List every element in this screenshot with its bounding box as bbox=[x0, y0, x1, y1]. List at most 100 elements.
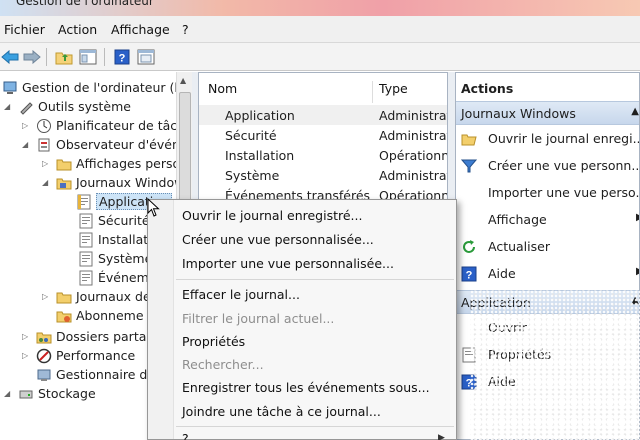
title-bar: Gestion de l'ordinateur bbox=[0, 0, 640, 16]
log-name: Système bbox=[225, 168, 280, 183]
tree-item-system-tools[interactable]: ◢ Outils système bbox=[4, 97, 131, 116]
tree-item-computer-management[interactable]: Gestion de l'ordinateur (loca bbox=[2, 78, 191, 97]
tree-item-shared-folders[interactable]: ▷ Dossiers partag bbox=[22, 327, 154, 346]
context-attach-task[interactable]: Joindre une tâche à ce journal... bbox=[182, 404, 381, 419]
action-import-custom-view[interactable]: Importer une vue perso... bbox=[456, 181, 640, 205]
up-folder-icon[interactable] bbox=[54, 47, 74, 67]
log-name: Application bbox=[225, 108, 295, 123]
tree-item-label: Journaux Window bbox=[76, 175, 185, 190]
column-header-name[interactable]: Nom bbox=[208, 81, 237, 103]
context-create-custom-view[interactable]: Créer une vue personnalisée... bbox=[182, 232, 374, 247]
toolbar: ? bbox=[0, 43, 640, 71]
expand-icon[interactable]: ▷ bbox=[42, 292, 52, 301]
tree-item-event-viewer[interactable]: ◢ Observateur d'événe bbox=[22, 135, 188, 154]
collapse-icon[interactable]: ◢ bbox=[4, 389, 14, 398]
action-open-saved-log[interactable]: Ouvrir le journal enregi... bbox=[456, 127, 640, 151]
action-label: Actualiser bbox=[488, 239, 550, 254]
svg-text:?: ? bbox=[466, 378, 473, 390]
action-help[interactable]: ? Aide ▶ bbox=[456, 262, 639, 286]
tree-item-setup[interactable]: Installat bbox=[78, 230, 148, 249]
tree-item-storage[interactable]: ◢ Stockage bbox=[4, 384, 96, 403]
toolbar-separator bbox=[104, 48, 105, 66]
properties-icon[interactable] bbox=[136, 47, 156, 67]
log-icon bbox=[78, 251, 94, 267]
menu-fichier[interactable]: Fichier bbox=[4, 22, 45, 37]
action-open[interactable]: Ouvrir bbox=[456, 316, 639, 340]
action-view[interactable]: Affichage ▶ bbox=[456, 208, 639, 232]
collapse-up-icon: ▲ bbox=[631, 106, 639, 117]
collapse-icon[interactable]: ◢ bbox=[22, 140, 32, 149]
column-divider[interactable] bbox=[372, 81, 373, 103]
tree-item-label: Outils système bbox=[38, 99, 131, 114]
toolbar-separator bbox=[46, 48, 47, 66]
context-filter-log: Filtrer le journal actuel... bbox=[182, 311, 335, 326]
list-item[interactable]: Système Administrat bbox=[199, 165, 447, 185]
actions-section-application[interactable]: Application ▲ bbox=[456, 290, 639, 314]
tree-item-custom-views[interactable]: ▷ Affichages perso bbox=[42, 154, 180, 173]
expand-icon[interactable]: ▷ bbox=[42, 159, 52, 168]
subscription-icon bbox=[56, 308, 72, 324]
action-label: Ouvrir bbox=[488, 320, 527, 335]
tree-item-windows-logs[interactable]: ◢ Journaux Window bbox=[42, 173, 184, 192]
tree-item-subscriptions[interactable]: Abonneme bbox=[56, 306, 144, 325]
console-tree-icon[interactable] bbox=[78, 47, 98, 67]
mouse-cursor-icon bbox=[147, 198, 160, 217]
scroll-up-icon[interactable]: ▲ bbox=[180, 76, 186, 85]
action-label: Aide bbox=[488, 266, 516, 281]
expand-icon[interactable]: ▷ bbox=[22, 351, 32, 360]
list-item[interactable]: Installation Opérationne bbox=[199, 145, 447, 165]
action-label: Ouvrir le journal enregi... bbox=[488, 131, 640, 146]
tree-item-label: Affichages perso bbox=[76, 156, 181, 171]
list-item[interactable]: Application Administrat bbox=[199, 105, 447, 125]
tree-item-label: Observateur d'événe bbox=[56, 137, 188, 152]
tree-item-label: Système bbox=[98, 251, 153, 266]
shared-folder-icon bbox=[36, 329, 52, 345]
folder-icon bbox=[56, 289, 72, 305]
tree-item-task-scheduler[interactable]: ▷ Planificateur de tâch bbox=[22, 116, 185, 135]
collapse-up-icon: ▲ bbox=[631, 295, 639, 306]
context-clear-log[interactable]: Effacer le journal... bbox=[182, 287, 300, 302]
action-create-custom-view[interactable]: Créer une vue personn... bbox=[456, 154, 639, 178]
context-open-saved-log[interactable]: Ouvrir le journal enregistré... bbox=[182, 208, 362, 223]
collapse-icon[interactable]: ◢ bbox=[42, 178, 52, 187]
folder-icon bbox=[56, 175, 72, 191]
tree-item-security[interactable]: Sécurité bbox=[78, 211, 150, 230]
actions-section-windows-logs[interactable]: Journaux Windows ▲ bbox=[456, 101, 639, 125]
tree-item-apps-services-logs[interactable]: ▷ Journaux de bbox=[42, 287, 151, 306]
forward-arrow-icon[interactable] bbox=[22, 47, 42, 67]
menu-action[interactable]: Action bbox=[58, 22, 97, 37]
context-menu-gutter bbox=[148, 200, 174, 439]
action-help-app[interactable]: ? Aide bbox=[456, 370, 639, 394]
folder-icon bbox=[56, 156, 72, 172]
log-icon bbox=[78, 213, 94, 229]
menu-affichage[interactable]: Affichage bbox=[111, 22, 170, 37]
tree-item-performance[interactable]: ▷ Performance bbox=[22, 346, 135, 365]
action-refresh[interactable]: Actualiser bbox=[456, 235, 639, 259]
log-icon bbox=[78, 232, 94, 248]
action-label: Importer une vue perso... bbox=[488, 185, 640, 200]
back-arrow-icon[interactable] bbox=[0, 47, 20, 67]
action-properties[interactable]: Propriétés bbox=[456, 343, 639, 367]
actions-title: Actions bbox=[461, 81, 514, 96]
menu-help[interactable]: ? bbox=[182, 22, 189, 37]
context-save-all-events[interactable]: Enregistrer tous les événements sous... bbox=[182, 380, 430, 395]
performance-icon bbox=[36, 348, 52, 364]
section-label: Journaux Windows bbox=[461, 106, 576, 121]
help-icon[interactable]: ? bbox=[112, 47, 132, 67]
tree-item-system[interactable]: Système bbox=[78, 249, 152, 268]
menu-separator bbox=[176, 279, 454, 280]
context-properties[interactable]: Propriétés bbox=[182, 334, 245, 349]
list-item[interactable]: Sécurité Administrat bbox=[199, 125, 447, 145]
tree-item-label: Planificateur de tâch bbox=[56, 118, 186, 133]
tree-item-forwarded-events[interactable]: Événem bbox=[78, 268, 149, 287]
context-help[interactable]: ? bbox=[182, 431, 189, 440]
column-header-type[interactable]: Type bbox=[379, 81, 408, 103]
collapse-icon[interactable]: ◢ bbox=[4, 102, 14, 111]
expand-icon[interactable]: ▷ bbox=[22, 332, 32, 341]
context-import-custom-view[interactable]: Importer une vue personnalisée... bbox=[182, 256, 394, 271]
log-name: Sécurité bbox=[225, 128, 277, 143]
tree-item-label: Performance bbox=[56, 348, 136, 363]
submenu-arrow-icon: ▶ bbox=[636, 266, 639, 277]
expand-icon[interactable]: ▷ bbox=[22, 121, 32, 130]
tree-item-device-manager[interactable]: Gestionnaire de bbox=[36, 365, 155, 384]
